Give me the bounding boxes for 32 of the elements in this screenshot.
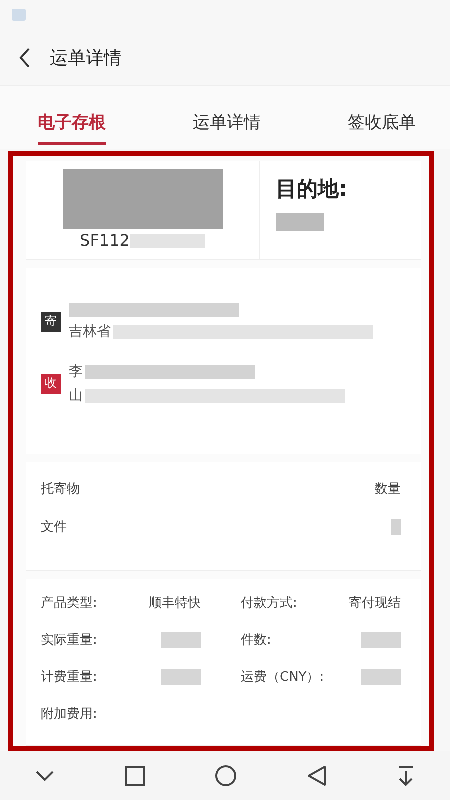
tab[interactable]: 电子存根 bbox=[38, 111, 106, 145]
tab[interactable]: 签收底单 bbox=[348, 111, 416, 145]
party-badge: 收 bbox=[41, 374, 61, 394]
redacted-block bbox=[391, 518, 401, 535]
chevron-down-icon[interactable] bbox=[35, 768, 55, 782]
waybill-number: SF112 bbox=[80, 231, 130, 250]
back-icon[interactable] bbox=[18, 46, 32, 68]
goods-item: 文件 bbox=[41, 518, 67, 536]
field-label: 产品类型: bbox=[41, 594, 98, 612]
party-name: 李 bbox=[69, 362, 83, 381]
field-label: 附加费用: bbox=[41, 706, 98, 722]
party-badge: 寄 bbox=[41, 312, 61, 332]
field-value: 顺丰特快 bbox=[149, 594, 201, 612]
download-icon[interactable] bbox=[397, 764, 415, 786]
party-address: 山 bbox=[69, 386, 83, 405]
field-label: 实际重量: bbox=[41, 632, 98, 648]
back-icon[interactable] bbox=[307, 764, 327, 786]
field-label: 件数: bbox=[241, 632, 272, 648]
status-icon bbox=[12, 9, 26, 21]
redacted-block bbox=[276, 213, 324, 231]
column-header: 数量 bbox=[375, 480, 401, 498]
field-label: 运费（CNY）: bbox=[241, 668, 324, 686]
destination-label: 目的地: bbox=[276, 176, 348, 203]
recents-icon[interactable] bbox=[125, 766, 145, 786]
field-label: 付款方式: bbox=[241, 594, 298, 612]
page-title: 运单详情 bbox=[50, 46, 122, 70]
home-icon[interactable] bbox=[215, 764, 237, 786]
column-header: 托寄物 bbox=[41, 480, 80, 498]
field-label: 计费重量: bbox=[41, 668, 98, 686]
field-value: 寄付现结 bbox=[349, 594, 401, 612]
party-address: 吉林省 bbox=[69, 322, 111, 341]
tab[interactable]: 运单详情 bbox=[193, 111, 261, 145]
